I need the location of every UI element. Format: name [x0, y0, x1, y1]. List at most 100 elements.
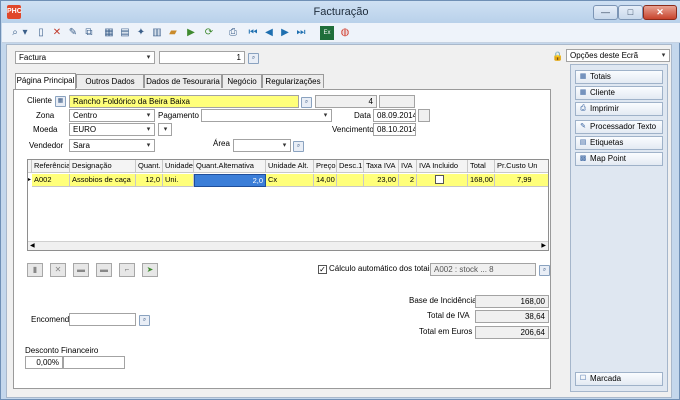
vendedor-select[interactable]: Sara ▾: [69, 139, 155, 152]
last-record-icon[interactable]: ⏭: [294, 26, 308, 40]
cell-quant[interactable]: 12,0: [136, 174, 163, 187]
cell-iva[interactable]: 2: [399, 174, 417, 187]
processador-texto-button[interactable]: ✎ Processador Texto: [575, 120, 663, 134]
tab-pagina-principal[interactable]: Página Principal: [15, 73, 76, 89]
vencimento-field[interactable]: 08.10.2014: [373, 123, 416, 136]
search-stock-icon[interactable]: ⌕: [539, 265, 550, 276]
cell-total[interactable]: 168,00: [468, 174, 495, 187]
calendar-icon[interactable]: ▤: [118, 26, 132, 40]
minimize-button[interactable]: —: [593, 5, 618, 20]
document-type-select[interactable]: Factura ▾: [15, 51, 155, 64]
imprimir-button[interactable]: ⎙ Imprimir: [575, 102, 663, 116]
moeda-select[interactable]: EURO ▾: [69, 123, 155, 136]
column-header[interactable]: Quant.Alternativa: [194, 160, 266, 173]
desconto-financeiro-field[interactable]: 0,00%: [25, 356, 63, 369]
first-record-icon[interactable]: ⏮: [246, 26, 260, 40]
tab-negocio[interactable]: Negócio: [222, 74, 262, 88]
cell-taxa-iva[interactable]: 23,00: [364, 174, 399, 187]
cell-quant-alternativa[interactable]: 2,0: [194, 174, 266, 187]
column-header[interactable]: Unidade Alt.: [266, 160, 314, 173]
column-header[interactable]: Quant.: [136, 160, 163, 173]
area-select[interactable]: ▾: [233, 139, 291, 152]
cell-pr-custo[interactable]: 7,99: [495, 174, 548, 187]
wizard-icon[interactable]: ✦: [134, 26, 148, 40]
new-document-icon[interactable]: ▯: [34, 26, 48, 40]
refresh-icon[interactable]: ⟳: [202, 26, 216, 40]
column-header[interactable]: IVA: [399, 160, 417, 173]
column-header[interactable]: Preço: [314, 160, 337, 173]
moeda-extra-select[interactable]: ▾: [158, 123, 172, 136]
preview-icon[interactable]: ⎙: [226, 26, 240, 40]
pagamento-label: Pagamento: [158, 111, 199, 120]
search-area-icon[interactable]: ⌕: [293, 141, 304, 152]
scroll-left-icon[interactable]: ◀: [30, 242, 35, 250]
search-client-icon[interactable]: ⌕: [301, 97, 312, 108]
desconto-extra-field[interactable]: [63, 356, 125, 369]
chevron-down-icon: ▾: [163, 126, 168, 133]
column-header[interactable]: Total: [468, 160, 495, 173]
scroll-right-icon[interactable]: ▶: [541, 242, 546, 250]
etiquetas-button[interactable]: ▤ Etiquetas: [575, 136, 663, 150]
folder-icon[interactable]: ▰: [166, 26, 180, 40]
cell-iva-incluido[interactable]: [417, 174, 468, 187]
cell-unidade[interactable]: Uni.: [163, 174, 194, 187]
report-icon[interactable]: ▥: [150, 26, 164, 40]
dropdown-arrow-icon[interactable]: ▾: [21, 26, 29, 40]
column-header[interactable]: Desc.1: [337, 160, 364, 173]
checkbox-icon: ☐: [579, 375, 587, 382]
cliente-name-field[interactable]: Rancho Foldórico da Beira Baixa: [69, 95, 299, 108]
encomenda-field[interactable]: [69, 313, 136, 326]
next-record-icon[interactable]: ▶: [278, 26, 292, 40]
pagamento-select[interactable]: ▾: [201, 109, 332, 122]
copy-line-icon[interactable]: ▬: [73, 263, 89, 277]
column-header[interactable]: Referência: [32, 160, 70, 173]
zona-select[interactable]: Centro ▾: [69, 109, 155, 122]
cell-preco[interactable]: 14,00: [314, 174, 337, 187]
marcada-button[interactable]: ☐ Marcada: [575, 372, 663, 386]
cell-referencia[interactable]: A002: [32, 174, 70, 187]
close-button[interactable]: ✕: [643, 5, 677, 20]
totais-button[interactable]: ▦ Totais: [575, 70, 663, 84]
cell-desc1[interactable]: [337, 174, 364, 187]
copy-icon[interactable]: ⧉: [82, 26, 96, 40]
tab-dados-tesouraria[interactable]: Dados de Tesouraria: [144, 74, 222, 88]
grid-icon[interactable]: ▦: [102, 26, 116, 40]
search-number-icon[interactable]: ⌕: [248, 53, 259, 64]
previous-record-icon[interactable]: ◀: [262, 26, 276, 40]
search-icon[interactable]: ⌕: [8, 26, 22, 40]
cliente-button[interactable]: ▦ Cliente: [575, 86, 663, 100]
excel-icon[interactable]: Ex: [320, 26, 334, 40]
insert-line-icon[interactable]: ⌐: [119, 263, 135, 277]
tab-outros-dados[interactable]: Outros Dados: [76, 74, 144, 88]
column-header[interactable]: Designação: [70, 160, 136, 173]
cliente-number-field[interactable]: 4: [315, 95, 377, 108]
grid-horizontal-scrollbar[interactable]: ◀ ▶: [28, 241, 548, 250]
delete-line-icon[interactable]: ✕: [50, 263, 66, 277]
import-lines-icon[interactable]: ➤: [142, 263, 158, 277]
paste-line-icon[interactable]: ▬: [96, 263, 112, 277]
screen-options-select[interactable]: Opções deste Ecrã ▾: [566, 49, 670, 62]
column-header[interactable]: IVA Incluido: [417, 160, 468, 173]
add-line-icon[interactable]: ▮: [27, 263, 43, 277]
delete-icon[interactable]: ✕: [50, 26, 64, 40]
column-header[interactable]: Taxa IVA: [364, 160, 399, 173]
stock-info-field: A002 : stock ... 8: [430, 263, 536, 276]
iva-incluido-checkbox[interactable]: [435, 175, 444, 184]
column-header[interactable]: Unidade: [163, 160, 194, 173]
open-folder-icon[interactable]: ▶: [184, 26, 198, 40]
column-header[interactable]: Pr.Custo Un: [495, 160, 548, 173]
client-card-icon[interactable]: ▦: [55, 96, 66, 107]
edit-icon[interactable]: ✎: [66, 26, 80, 40]
cliente-extra-field[interactable]: [379, 95, 415, 108]
tab-regularizacoes[interactable]: Regularizações: [262, 74, 324, 88]
calculo-automatico-checkbox[interactable]: ✓: [318, 265, 327, 274]
data-field[interactable]: 08.09.2014: [373, 109, 416, 122]
document-number-field[interactable]: 1: [159, 51, 245, 64]
cell-unidade-alt[interactable]: Cx: [266, 174, 314, 187]
data-calendar-button[interactable]: [418, 109, 430, 122]
map-point-button[interactable]: ▩ Map Point: [575, 152, 663, 166]
maximize-button[interactable]: □: [618, 5, 643, 20]
cell-designacao[interactable]: Assobios de caça: [70, 174, 136, 187]
search-encomenda-icon[interactable]: ⌕: [139, 315, 150, 326]
help-icon[interactable]: ◍: [338, 26, 352, 40]
